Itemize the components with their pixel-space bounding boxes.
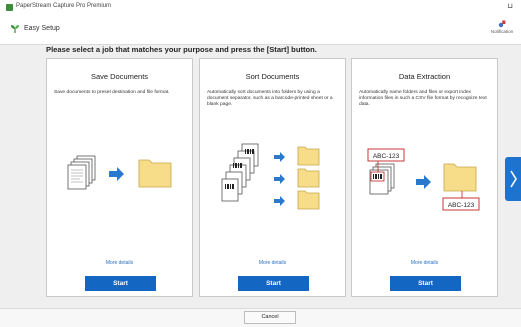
card-title: Data Extraction — [398, 72, 451, 81]
tag-text: ABC-123 — [373, 153, 400, 160]
next-page-button[interactable] — [505, 157, 521, 201]
job-card-data-extraction: Data Extraction Automatically name folde… — [351, 58, 498, 297]
start-data-extraction-button[interactable]: Start — [390, 276, 461, 291]
app-icon — [6, 4, 13, 11]
window-title: PaperStream Capture Pro Premium — [16, 3, 112, 9]
notification-icon — [498, 20, 506, 28]
save-documents-illustration — [67, 155, 172, 190]
easy-setup-icon — [11, 25, 19, 33]
card-description: Automatically name folders and files or … — [359, 90, 487, 108]
card-title: Sort Documents — [245, 72, 300, 81]
minimize-button[interactable]: ⊔ — [508, 2, 513, 10]
card-description: Automatically sort documents into folder… — [207, 90, 333, 108]
more-details-link[interactable]: More details — [352, 260, 497, 266]
start-sort-documents-button[interactable]: Start — [238, 276, 309, 291]
cancel-button[interactable]: Cancel — [244, 311, 296, 324]
job-card-save-documents: Save Documents Save documents to preset … — [46, 58, 193, 297]
header-bar — [0, 16, 521, 45]
sort-documents-illustration — [221, 143, 320, 210]
data-extraction-illustration: ABC-123 ABC-123 — [367, 148, 480, 211]
page-title: Easy Setup — [24, 25, 60, 32]
chevron-right-icon — [510, 170, 517, 188]
notification-button[interactable]: Notification — [489, 20, 515, 42]
card-description: Save documents to preset destination and… — [54, 90, 170, 95]
more-details-link[interactable]: More details — [47, 260, 192, 266]
notification-label: Notification — [490, 29, 514, 34]
card-title: Save Documents — [90, 72, 149, 81]
more-details-link[interactable]: More details — [200, 260, 345, 266]
job-card-sort-documents: Sort Documents Automatically sort docume… — [199, 58, 346, 297]
instruction-text: Please select a job that matches your pu… — [46, 45, 317, 54]
start-save-documents-button[interactable]: Start — [85, 276, 156, 291]
tag-text: ABC-123 — [448, 202, 475, 209]
